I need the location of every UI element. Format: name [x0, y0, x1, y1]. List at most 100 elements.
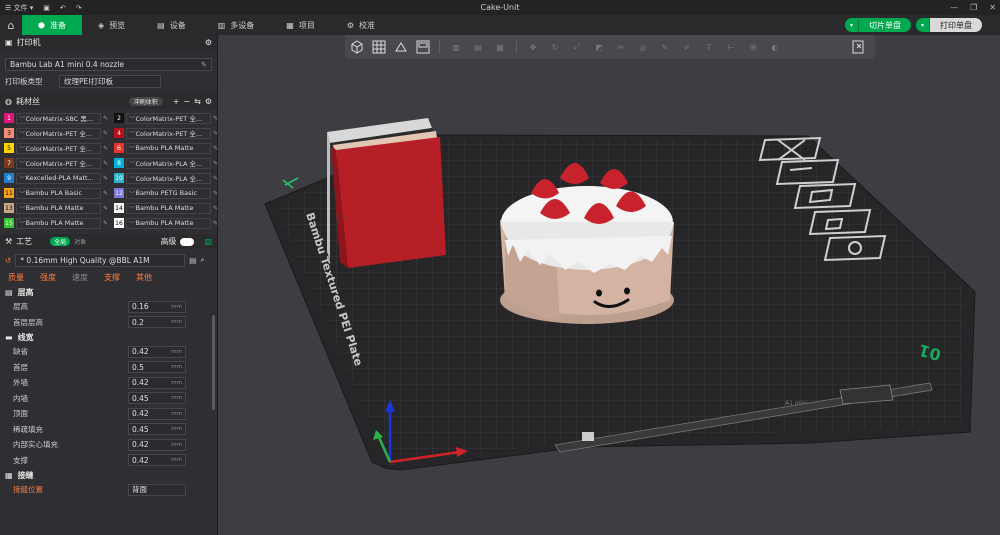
filament-name[interactable]: ﹀ ColorMatrix-PET 全... — [16, 157, 101, 169]
filament-color-swatch[interactable]: 11 — [4, 188, 14, 198]
grid-icon[interactable] — [370, 38, 388, 56]
edit-icon[interactable]: ✎ — [103, 130, 112, 137]
filament-item[interactable]: 6 ﹀ Bambu PLA Matte ✎ — [114, 142, 222, 154]
filament-name[interactable]: ﹀ ColorMatrix-SBC 黑... — [16, 112, 101, 124]
edit-icon[interactable]: ✎ — [103, 145, 112, 152]
close-icon[interactable]: ✕ — [989, 3, 996, 12]
filament-color-swatch[interactable]: 15 — [4, 218, 14, 228]
filament-name[interactable]: ﹀ ColorMatrix-PET 全... — [126, 127, 211, 139]
global-toggle[interactable]: 全局 — [50, 237, 71, 246]
color-paint-icon[interactable]: ◐ — [766, 38, 784, 56]
filament-item[interactable]: 11 ﹀ Bambu PLA Basic ✎ — [4, 187, 112, 199]
remove-filament-icon[interactable]: − — [183, 97, 190, 106]
filament-color-swatch[interactable]: 8 — [114, 158, 124, 168]
print-dropdown-icon[interactable]: ▾ — [916, 18, 930, 32]
reset-icon[interactable]: ↺ — [5, 256, 11, 265]
filament-item[interactable]: 1 ﹀ ColorMatrix-SBC 黑... ✎ — [4, 112, 112, 124]
slice-plate-button[interactable]: 切片单盘 — [859, 18, 911, 32]
subtab[interactable]: 质量 — [8, 272, 24, 283]
edit-icon[interactable]: ✎ — [103, 220, 112, 227]
filament-name[interactable]: ﹀ ColorMatrix-PLA 全... — [126, 172, 211, 184]
tab-preview[interactable]: ◈ 预览 — [82, 15, 141, 35]
scale-icon[interactable]: ⤢ — [568, 38, 586, 56]
edit-icon[interactable]: ✎ — [103, 115, 112, 122]
minimize-icon[interactable]: — — [950, 3, 958, 12]
filament-item[interactable]: 16 ﹀ Bambu PLA Matte ✎ — [114, 217, 222, 229]
rotate-icon[interactable]: ↻ — [546, 38, 564, 56]
split-parts-icon[interactable]: ▤ — [469, 38, 487, 56]
save-icon[interactable]: ▣ — [38, 0, 55, 15]
setting-value-input[interactable]: 0.42 mm — [128, 376, 186, 389]
setting-value-input[interactable]: 0.42 mm — [128, 407, 186, 420]
filament-name[interactable]: ﹀ ColorMatrix-PET 全... — [126, 112, 211, 124]
filament-name[interactable]: ﹀ ColorMatrix-PET 全... — [16, 142, 101, 154]
filament-name[interactable]: ﹀ Bambu PETG Basic — [126, 187, 211, 199]
filament-name[interactable]: ﹀ Bambu PLA Basic — [16, 187, 101, 199]
mesh-boolean-icon[interactable]: ◎ — [634, 38, 652, 56]
filament-color-swatch[interactable]: 6 — [114, 143, 124, 153]
save-preset-icon[interactable]: ▤ — [189, 256, 196, 265]
filament-color-swatch[interactable]: 7 — [4, 158, 14, 168]
add-filament-icon[interactable]: + — [173, 97, 180, 106]
edit-icon[interactable]: ✎ — [103, 160, 112, 167]
object-toggle[interactable]: 对象 — [74, 237, 86, 246]
filament-item[interactable]: 14 ﹀ Bambu PLA Matte ✎ — [114, 202, 222, 214]
move-icon[interactable]: ✥ — [524, 38, 542, 56]
tab-project[interactable]: ▦ 项目 — [270, 15, 331, 35]
cut-icon[interactable]: ✂ — [612, 38, 630, 56]
filament-color-swatch[interactable]: 16 — [114, 218, 124, 228]
edit-icon[interactable]: ✎ — [201, 60, 207, 69]
setting-value-input[interactable]: 0.5 mm — [128, 361, 186, 374]
printer-settings-icon[interactable]: ⚙ — [205, 38, 212, 47]
search-icon[interactable]: ⌕ — [200, 255, 204, 265]
file-menu[interactable]: ☰ 文件 ▾ — [0, 0, 38, 15]
filament-name[interactable]: ﹀ Kexcelled-PLA Matt... — [16, 172, 101, 184]
setting-value-input[interactable]: 0.42 mm — [128, 438, 186, 451]
setting-value-input[interactable]: 0.42 mm — [128, 345, 186, 358]
filament-name[interactable]: ﹀ Bambu PLA Matte — [16, 217, 101, 229]
filament-color-swatch[interactable]: 9 — [4, 173, 14, 183]
printer-select[interactable]: Bambu Lab A1 mini 0.4 nozzle ✎ — [5, 57, 212, 71]
filament-name[interactable]: ﹀ Bambu PLA Matte — [16, 202, 101, 214]
assembly-icon[interactable]: ⊞ — [744, 38, 762, 56]
redo-icon[interactable]: ↷ — [71, 0, 87, 15]
filament-name[interactable]: ﹀ ColorMatrix-PLA 全... — [126, 157, 211, 169]
filament-color-swatch[interactable]: 1 — [4, 113, 14, 123]
orient-icon[interactable] — [392, 38, 410, 56]
advanced-switch[interactable] — [180, 237, 195, 246]
filament-color-swatch[interactable]: 2 — [114, 113, 124, 123]
assemble-view-icon[interactable] — [845, 35, 873, 59]
measure-icon[interactable]: ⊢ — [722, 38, 740, 56]
flush-volume-button[interactable]: 冲刷体积 — [128, 97, 163, 106]
seam-paint-icon[interactable]: ✐ — [678, 38, 696, 56]
edit-icon[interactable]: ✎ — [103, 190, 112, 197]
sync-icon[interactable]: ⇆ — [194, 97, 201, 106]
filament-item[interactable]: 2 ﹀ ColorMatrix-PET 全... ✎ — [114, 112, 222, 124]
filament-color-swatch[interactable]: 4 — [114, 128, 124, 138]
filament-item[interactable]: 13 ﹀ Bambu PLA Matte ✎ — [4, 202, 112, 214]
filament-name[interactable]: ﹀ Bambu PLA Matte — [126, 142, 211, 154]
restore-icon[interactable]: ❐ — [970, 3, 977, 12]
subtab[interactable]: 速度 — [72, 272, 88, 283]
filament-color-swatch[interactable]: 10 — [114, 173, 124, 183]
edit-icon[interactable]: ✎ — [103, 205, 112, 212]
support-paint-icon[interactable]: ✎ — [656, 38, 674, 56]
filament-item[interactable]: 7 ﹀ ColorMatrix-PET 全... ✎ — [4, 157, 112, 169]
add-cube-icon[interactable] — [348, 38, 366, 56]
split-icon[interactable]: ▥ — [447, 38, 465, 56]
setting-value-input[interactable]: 0.2 mm — [128, 316, 186, 329]
subtab[interactable]: 其他 — [136, 272, 152, 283]
text-icon[interactable]: T — [700, 38, 718, 56]
slice-dropdown-icon[interactable]: ▾ — [845, 18, 859, 32]
filament-settings-icon[interactable]: ⚙ — [205, 97, 212, 106]
plate-type-select[interactable]: 纹理PEI打印板 — [59, 75, 161, 88]
subtab[interactable]: 支撑 — [104, 272, 120, 283]
arrange-icon[interactable] — [414, 38, 432, 56]
setting-value-input[interactable]: 0.45 mm — [128, 392, 186, 405]
filament-item[interactable]: 9 ﹀ Kexcelled-PLA Matt... ✎ — [4, 172, 112, 184]
compare-icon[interactable]: ▧ — [204, 237, 212, 246]
tab-device[interactable]: ▤ 设备 — [141, 15, 202, 35]
variable-layer-icon[interactable]: ▦ — [491, 38, 509, 56]
sidebar-scrollbar[interactable] — [212, 315, 215, 410]
filament-name[interactable]: ﹀ Bambu PLA Matte — [126, 202, 211, 214]
